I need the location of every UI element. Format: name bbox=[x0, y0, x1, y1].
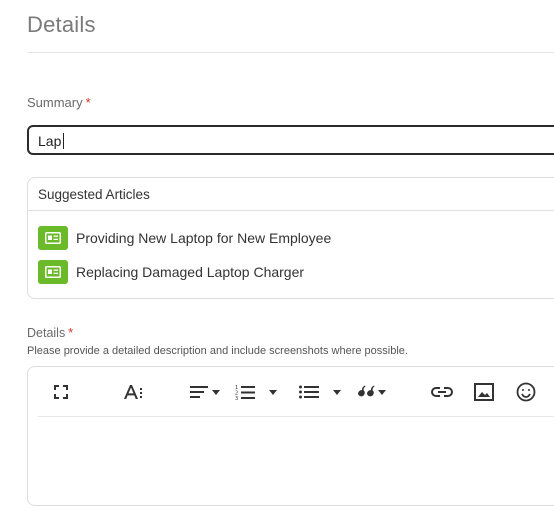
details-helper-text: Please provide a detailed description an… bbox=[27, 345, 408, 357]
suggested-article-item[interactable]: Replacing Damaged Laptop Charger bbox=[38, 259, 304, 285]
quote-button[interactable] bbox=[358, 380, 386, 404]
emoji-button[interactable] bbox=[516, 380, 536, 404]
text-size-button[interactable] bbox=[124, 380, 144, 404]
summary-field[interactable] bbox=[27, 125, 554, 155]
align-icon bbox=[190, 386, 208, 398]
details-required-mark: * bbox=[68, 326, 74, 340]
editor-toolbar: 1 2 3 bbox=[38, 367, 554, 417]
quote-icon bbox=[358, 385, 375, 397]
fullscreen-button[interactable] bbox=[54, 380, 68, 404]
bullet-list-button[interactable] bbox=[299, 380, 341, 404]
align-button[interactable] bbox=[190, 380, 220, 404]
summary-label: Summary * bbox=[27, 95, 91, 110]
article-icon bbox=[38, 226, 68, 250]
article-icon bbox=[38, 260, 68, 284]
suggested-article-item[interactable]: Providing New Laptop for New Employee bbox=[38, 225, 331, 251]
details-form: Details Summary* Suggested Articles Prov… bbox=[0, 0, 554, 526]
suggested-articles-header: Suggested Articles bbox=[28, 178, 554, 211]
chevron-down-icon bbox=[212, 389, 220, 395]
details-label: Details * bbox=[27, 326, 73, 340]
details-label-text: Details bbox=[27, 326, 66, 340]
summary-label-text: Summary bbox=[27, 95, 83, 110]
article-title: Replacing Damaged Laptop Charger bbox=[76, 264, 305, 280]
emoji-icon bbox=[516, 382, 536, 402]
link-icon bbox=[431, 387, 453, 397]
summary-input[interactable] bbox=[38, 131, 554, 151]
section-title: Details bbox=[27, 12, 96, 37]
suggested-articles-panel: Suggested Articles Providing New Laptop … bbox=[27, 177, 554, 299]
details-editor[interactable]: 1 2 3 bbox=[27, 366, 554, 506]
chevron-down-icon bbox=[378, 389, 386, 395]
section-divider bbox=[27, 52, 554, 53]
svg-text:3: 3 bbox=[235, 396, 238, 400]
image-button[interactable] bbox=[474, 380, 494, 404]
link-button[interactable] bbox=[431, 380, 453, 404]
fullscreen-icon bbox=[54, 385, 68, 399]
image-icon bbox=[474, 383, 494, 401]
bullet-list-icon bbox=[299, 385, 319, 399]
text-size-icon bbox=[124, 385, 142, 399]
article-title: Providing New Laptop for New Employee bbox=[76, 230, 332, 246]
chevron-down-icon bbox=[333, 389, 341, 395]
summary-required-mark: * bbox=[85, 95, 91, 110]
numbered-list-button[interactable]: 1 2 3 bbox=[235, 380, 277, 404]
numbered-list-icon: 1 2 3 bbox=[235, 385, 255, 400]
text-caret bbox=[63, 133, 64, 149]
chevron-down-icon bbox=[269, 389, 277, 395]
